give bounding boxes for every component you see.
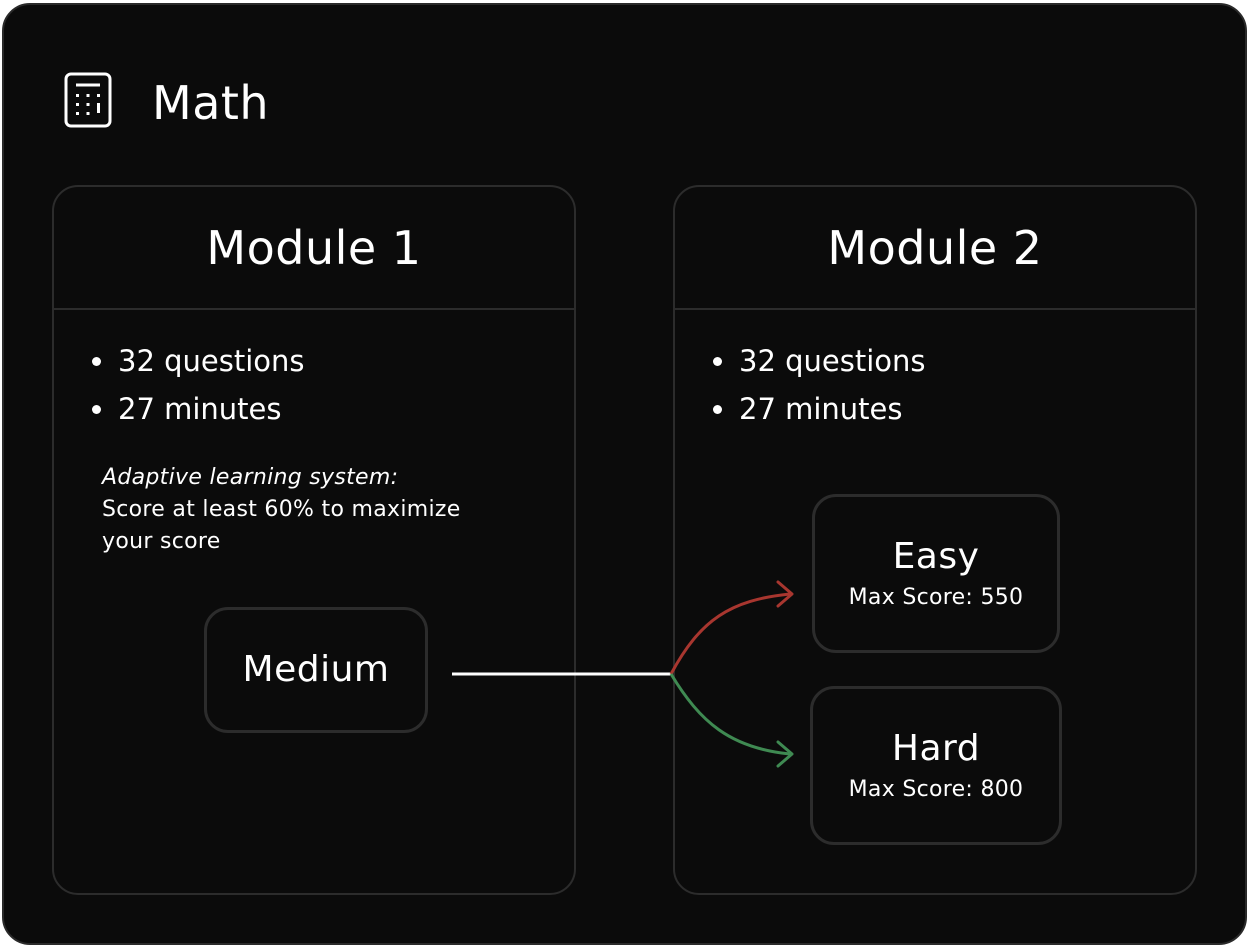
- module-1-details: 32 questions 27 minutes: [92, 337, 305, 433]
- list-item: 27 minutes: [713, 385, 926, 433]
- adaptive-note: Adaptive learning system: Score at least…: [102, 462, 512, 558]
- module-1-header: Module 1: [54, 187, 574, 310]
- module-2-details: 32 questions 27 minutes: [713, 337, 926, 433]
- module-1-panel: Module 1 32 questions 27 minutes Adaptiv…: [52, 185, 576, 895]
- level-name: Medium: [242, 649, 390, 690]
- level-name: Easy: [892, 535, 980, 577]
- level-max-score: Max Score: 550: [848, 584, 1024, 610]
- easy-level-box: Easy Max Score: 550: [812, 494, 1060, 653]
- calculator-icon: [64, 72, 112, 128]
- page-title: Math: [152, 76, 270, 130]
- level-name: Hard: [891, 727, 981, 769]
- list-item: 32 questions: [92, 337, 305, 385]
- module-2-title: Module 2: [827, 220, 1043, 275]
- hard-level-box: Hard Max Score: 800: [810, 686, 1062, 845]
- list-item: 27 minutes: [92, 385, 305, 433]
- module-2-panel: Module 2 32 questions 27 minutes Easy Ma…: [673, 185, 1197, 895]
- module-2-header: Module 2: [675, 187, 1195, 310]
- note-heading: Adaptive learning system:: [102, 465, 399, 490]
- medium-level-box: Medium: [204, 607, 428, 733]
- note-body: Score at least 60% to maximize your scor…: [102, 497, 461, 554]
- level-max-score: Max Score: 800: [848, 776, 1024, 802]
- list-item: 32 questions: [713, 337, 926, 385]
- module-1-title: Module 1: [206, 220, 422, 275]
